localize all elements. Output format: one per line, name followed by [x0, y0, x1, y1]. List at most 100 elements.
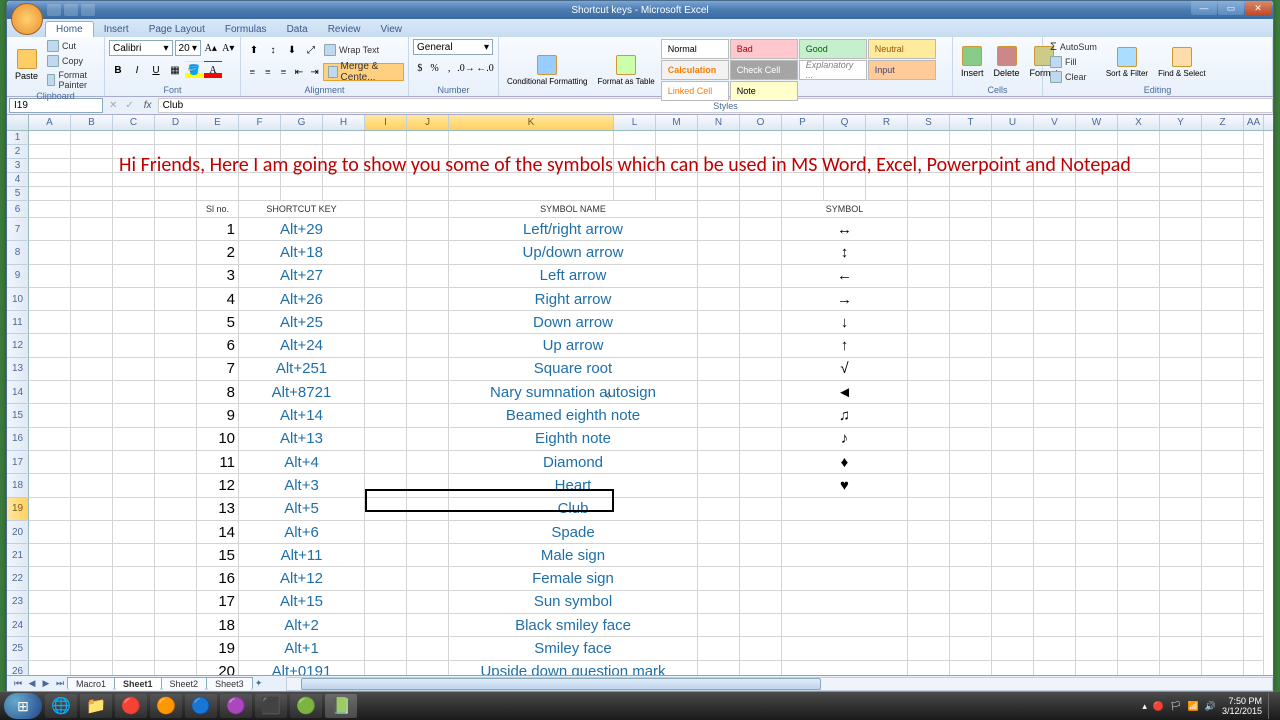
- cell-K6[interactable]: SYMBOL NAME: [449, 201, 698, 218]
- cell-O24[interactable]: [740, 614, 782, 637]
- cell-T12[interactable]: [950, 334, 992, 357]
- format-painter-button[interactable]: Format Painter: [44, 69, 100, 91]
- cell-N13[interactable]: [698, 358, 740, 381]
- cell-C12[interactable]: [113, 334, 155, 357]
- style-bad[interactable]: Bad: [730, 39, 798, 59]
- cell-AA26[interactable]: [1244, 661, 1264, 675]
- fill-button[interactable]: Fill: [1047, 55, 1100, 69]
- close-button[interactable]: ✕: [1245, 1, 1271, 15]
- sheet-nav-last[interactable]: ⏭: [53, 677, 67, 691]
- cell-AA13[interactable]: [1244, 358, 1264, 381]
- cell-N8[interactable]: [698, 241, 740, 264]
- sheet-nav-next[interactable]: ▶: [39, 677, 53, 691]
- row-header-7[interactable]: 7: [7, 218, 29, 241]
- col-header-R[interactable]: R: [866, 115, 908, 130]
- cell-U25[interactable]: [992, 637, 1034, 660]
- cell-W13[interactable]: [1076, 358, 1118, 381]
- cell-J7[interactable]: [407, 218, 449, 241]
- cell-I15[interactable]: [365, 404, 407, 427]
- cell-V17[interactable]: [1034, 451, 1076, 474]
- row-header-9[interactable]: 9: [7, 265, 29, 288]
- sort-filter-button[interactable]: Sort & Filter: [1102, 39, 1152, 85]
- cell-W24[interactable]: [1076, 614, 1118, 637]
- cell-J20[interactable]: [407, 521, 449, 544]
- show-desktop[interactable]: [1268, 693, 1276, 719]
- cell-D11[interactable]: [155, 311, 197, 334]
- cell-L1[interactable]: [614, 131, 656, 145]
- cell-A21[interactable]: [29, 544, 71, 567]
- conditional-formatting-button[interactable]: Conditional Formatting: [503, 39, 591, 101]
- cell-O1[interactable]: [740, 131, 782, 145]
- cell-W7[interactable]: [1076, 218, 1118, 241]
- comma-button[interactable]: ,: [442, 59, 456, 77]
- tab-review[interactable]: Review: [318, 22, 371, 37]
- cell-D22[interactable]: [155, 567, 197, 590]
- cell-X22[interactable]: [1118, 567, 1160, 590]
- cell-F13[interactable]: Alt+251: [239, 358, 365, 381]
- cell-I14[interactable]: [365, 381, 407, 404]
- tray-volume-icon[interactable]: 🔊: [1205, 701, 1216, 712]
- cell-A11[interactable]: [29, 311, 71, 334]
- cell-Z26[interactable]: [1202, 661, 1244, 675]
- cell-AA15[interactable]: [1244, 404, 1264, 427]
- cell-V5[interactable]: [1034, 187, 1076, 201]
- format-as-table-button[interactable]: Format as Table: [593, 39, 658, 101]
- cell-O7[interactable]: [740, 218, 782, 241]
- cell-T17[interactable]: [950, 451, 992, 474]
- cell-D1[interactable]: [155, 131, 197, 145]
- cell-N10[interactable]: [698, 288, 740, 311]
- cell-K15[interactable]: Beamed eighth note: [449, 404, 698, 427]
- cell-Z17[interactable]: [1202, 451, 1244, 474]
- cell-A17[interactable]: [29, 451, 71, 474]
- cell-F15[interactable]: Alt+14: [239, 404, 365, 427]
- cell-C26[interactable]: [113, 661, 155, 675]
- cell-C14[interactable]: [113, 381, 155, 404]
- grow-font-button[interactable]: A▴: [203, 39, 218, 57]
- cell-T1[interactable]: [950, 131, 992, 145]
- cell-AA6[interactable]: [1244, 201, 1264, 218]
- cell-O5[interactable]: [740, 187, 782, 201]
- cell-F21[interactable]: Alt+11: [239, 544, 365, 567]
- cell-E1[interactable]: [197, 131, 239, 145]
- cell-N16[interactable]: [698, 428, 740, 451]
- cell-Y26[interactable]: [1160, 661, 1202, 675]
- cell-U9[interactable]: [992, 265, 1034, 288]
- cell-J24[interactable]: [407, 614, 449, 637]
- cell-E15[interactable]: 9: [197, 404, 239, 427]
- cell-X7[interactable]: [1118, 218, 1160, 241]
- tab-formulas[interactable]: Formulas: [215, 22, 277, 37]
- cell-N7[interactable]: [698, 218, 740, 241]
- cell-AA14[interactable]: [1244, 381, 1264, 404]
- style-input[interactable]: Input: [868, 60, 936, 80]
- cell-X19[interactable]: [1118, 498, 1160, 521]
- cell-J16[interactable]: [407, 428, 449, 451]
- cell-X13[interactable]: [1118, 358, 1160, 381]
- cell-O17[interactable]: [740, 451, 782, 474]
- cell-D17[interactable]: [155, 451, 197, 474]
- cell-O6[interactable]: [740, 201, 782, 218]
- cell-U17[interactable]: [992, 451, 1034, 474]
- cell-V21[interactable]: [1034, 544, 1076, 567]
- cell-U6[interactable]: [992, 201, 1034, 218]
- row-header-19[interactable]: 19: [7, 498, 29, 521]
- style-good[interactable]: Good: [799, 39, 867, 59]
- cell-H1[interactable]: [323, 131, 365, 145]
- cell-V19[interactable]: [1034, 498, 1076, 521]
- cell-J5[interactable]: [407, 187, 449, 201]
- cell-P19[interactable]: [782, 498, 908, 521]
- cell-X20[interactable]: [1118, 521, 1160, 544]
- col-header-W[interactable]: W: [1076, 115, 1118, 130]
- cell-S18[interactable]: [908, 474, 950, 497]
- cell-C6[interactable]: [113, 201, 155, 218]
- cell-K26[interactable]: Upside down question mark: [449, 661, 698, 675]
- style-checkcell[interactable]: Check Cell: [730, 60, 798, 80]
- cell-I1[interactable]: [365, 131, 407, 145]
- cell-U19[interactable]: [992, 498, 1034, 521]
- cell-AA4[interactable]: [1244, 173, 1264, 187]
- cell-AA9[interactable]: [1244, 265, 1264, 288]
- fill-color-button[interactable]: 🪣: [185, 61, 203, 79]
- office-button[interactable]: [11, 3, 43, 35]
- cell-B11[interactable]: [71, 311, 113, 334]
- cell-B18[interactable]: [71, 474, 113, 497]
- taskbar-media[interactable]: 🟠: [150, 694, 182, 718]
